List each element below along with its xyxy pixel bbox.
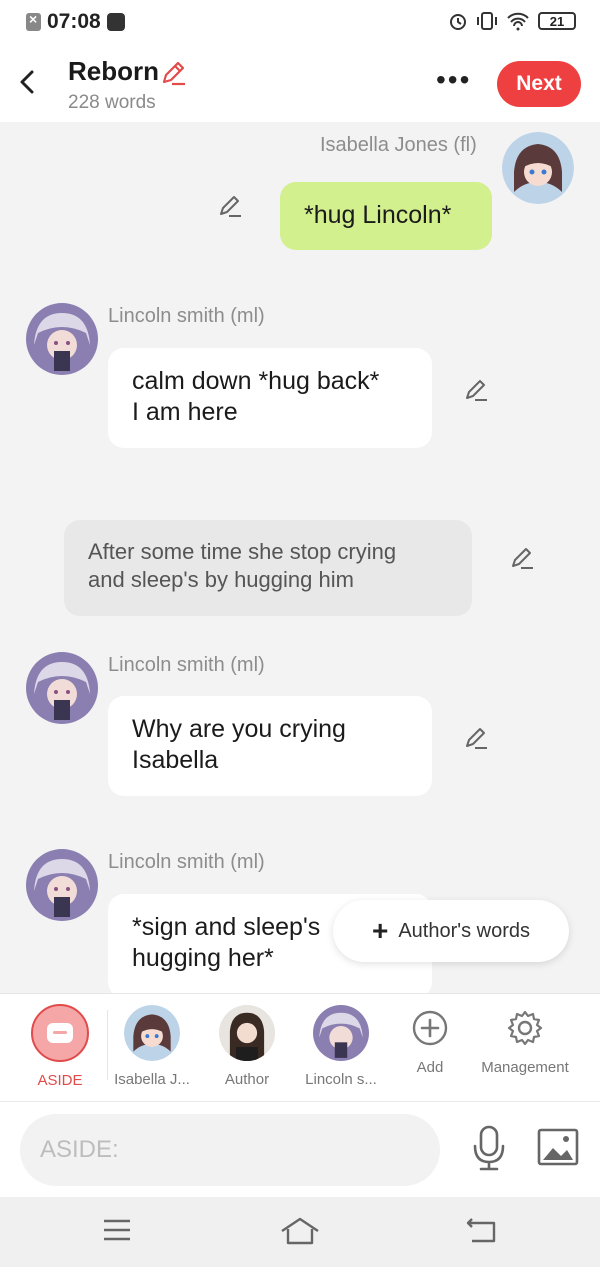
message-text-line: calm down *hug back*: [132, 367, 380, 395]
role-aside[interactable]: ASIDE: [20, 994, 100, 1089]
gear-icon: [507, 1010, 543, 1046]
authors-words-label: Author's words: [398, 919, 530, 942]
back-arrow-icon[interactable]: [16, 66, 40, 98]
aside-icon: [31, 1004, 89, 1062]
avatar-lincoln[interactable]: [26, 849, 98, 921]
message-text-line: I am here: [132, 398, 238, 426]
aside-bubble[interactable]: After some time she stop crying and slee…: [64, 520, 472, 616]
message-bubble[interactable]: *hug Lincoln*: [280, 182, 492, 250]
message-bubble[interactable]: Why are you crying Isabella: [108, 696, 432, 796]
input-bar: [0, 1101, 600, 1197]
role-label: ASIDE: [37, 1072, 83, 1089]
role-author[interactable]: Author: [206, 994, 288, 1088]
role-lincoln[interactable]: Lincoln s...: [296, 994, 386, 1088]
add-circle-icon: [412, 1010, 448, 1046]
role-label: Management: [481, 1059, 569, 1076]
battery-indicator: 21: [538, 12, 576, 30]
role-selector: ASIDE Isabella J... Author Lincoln s... …: [0, 993, 600, 1101]
avatar-lincoln: [313, 1005, 369, 1061]
back-nav-icon[interactable]: [466, 1215, 498, 1245]
avatar-lincoln[interactable]: [26, 652, 98, 724]
avatar-isabella[interactable]: [502, 132, 574, 204]
menu-icon[interactable]: [102, 1215, 132, 1245]
aside-text-line: After some time she stop crying: [88, 539, 397, 564]
notification-icon: [26, 11, 41, 31]
status-time: 07:08: [47, 10, 101, 33]
chat-area[interactable]: Isabella Jones (fl) *hug Lincoln* Lincol…: [0, 122, 600, 993]
role-label: Isabella J...: [114, 1071, 190, 1088]
sender-name: Lincoln smith (ml): [108, 851, 265, 873]
aside-text-line: and sleep's by hugging him: [88, 567, 354, 592]
edit-icon[interactable]: [216, 192, 244, 220]
plus-icon: +: [371, 915, 389, 946]
more-options-button[interactable]: •••: [436, 66, 471, 94]
message-bubble[interactable]: calm down *hug back* I am here: [108, 348, 432, 448]
avatar-isabella: [124, 1005, 180, 1061]
message-text-line: Why are you crying: [132, 715, 346, 743]
image-icon[interactable]: [537, 1128, 579, 1166]
story-title: Reborn: [68, 56, 159, 86]
role-label: Add: [416, 1059, 444, 1076]
role-label: Lincoln s...: [305, 1071, 377, 1088]
microphone-icon[interactable]: [470, 1124, 508, 1172]
role-isabella[interactable]: Isabella J...: [108, 994, 196, 1088]
role-label: Author: [224, 1071, 270, 1088]
edit-icon[interactable]: [462, 376, 490, 404]
message-input[interactable]: [20, 1114, 440, 1186]
alarm-icon: [450, 14, 466, 30]
edit-icon[interactable]: [462, 724, 490, 752]
word-count: 228 words: [68, 92, 156, 113]
authors-words-button[interactable]: + Author's words: [333, 900, 569, 962]
status-bar: 07:08 21: [0, 0, 600, 46]
management-button[interactable]: Management: [476, 994, 574, 1076]
message-text: *hug Lincoln*: [304, 201, 452, 229]
recorder-icon: [106, 13, 125, 31]
message-text-line: Isabella: [132, 746, 219, 774]
home-icon[interactable]: [280, 1215, 320, 1247]
app-header: Reborn 228 words ••• Next: [0, 46, 600, 122]
wifi-icon: [507, 12, 529, 31]
vibrate-icon: [477, 12, 497, 30]
edit-icon[interactable]: [508, 544, 536, 572]
add-role-button[interactable]: Add: [400, 994, 460, 1076]
sender-name: Lincoln smith (ml): [108, 305, 265, 327]
system-nav-bar: [0, 1197, 600, 1267]
avatar-author: [219, 1005, 275, 1061]
next-button[interactable]: Next: [497, 61, 581, 107]
sender-name: Isabella Jones (fl): [320, 134, 477, 156]
sender-name: Lincoln smith (ml): [108, 654, 265, 676]
edit-title-icon[interactable]: [158, 58, 188, 88]
avatar-lincoln[interactable]: [26, 303, 98, 375]
